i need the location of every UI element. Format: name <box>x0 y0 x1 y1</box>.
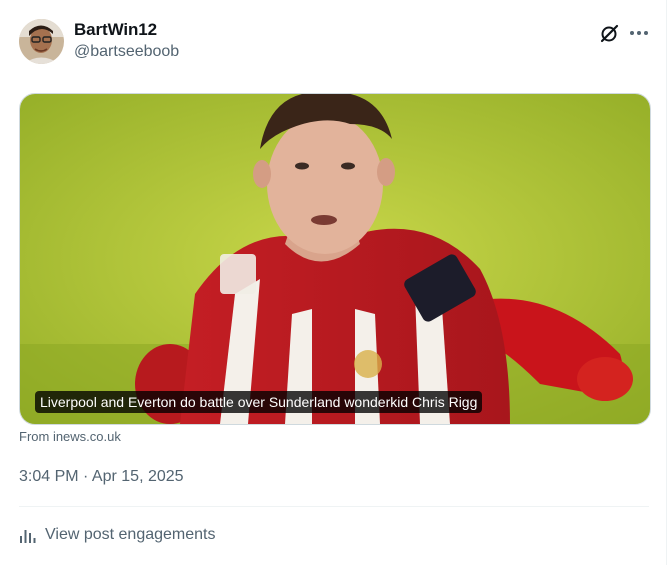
post-timestamp[interactable]: 3:04 PM · Apr 15, 2025 <box>19 468 184 486</box>
link-source[interactable]: From inews.co.uk <box>19 429 121 444</box>
author-display-name[interactable]: BartWin12 <box>74 20 157 40</box>
link-card-title: Liverpool and Everton do battle over Sun… <box>35 391 483 413</box>
link-card[interactable]: Liverpool and Everton do battle over Sun… <box>19 93 651 425</box>
view-engagements-link[interactable]: View post engagements <box>19 526 215 544</box>
avatar[interactable] <box>19 19 64 64</box>
view-engagements-label: View post engagements <box>45 526 216 543</box>
post-container: BartWin12 @bartseeboob Liverpool and Eve… <box>0 0 667 565</box>
bar-chart-icon <box>20 530 36 543</box>
divider <box>19 506 649 507</box>
footballer-photo <box>20 94 650 424</box>
author-handle[interactable]: @bartseeboob <box>74 43 179 61</box>
grok-icon[interactable] <box>599 22 621 44</box>
more-dots-icon[interactable] <box>627 22 651 44</box>
